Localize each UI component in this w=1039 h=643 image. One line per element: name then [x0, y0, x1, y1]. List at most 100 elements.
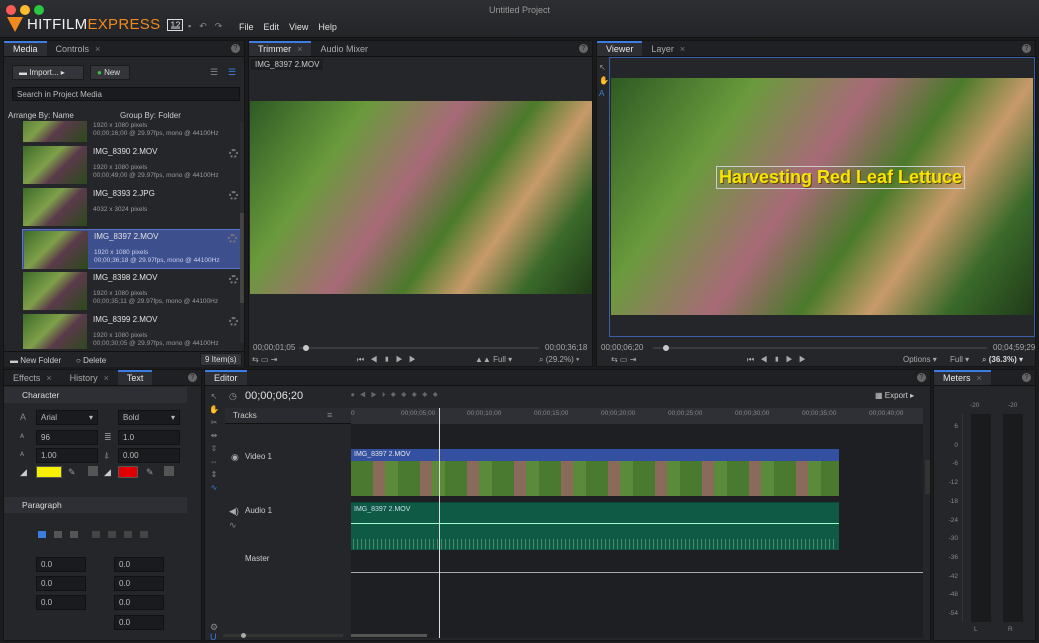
- undo-icon[interactable]: ↶: [199, 21, 207, 32]
- list-view-icon[interactable]: ☰: [210, 67, 218, 78]
- slide-tool-icon[interactable]: ⇳: [207, 442, 221, 455]
- no-color-icon[interactable]: [88, 466, 98, 476]
- justify-all-icon[interactable]: [140, 531, 148, 538]
- help-icon[interactable]: ?: [188, 373, 197, 382]
- align-center-icon[interactable]: [54, 531, 62, 538]
- space-before-field[interactable]: 0.0: [114, 576, 164, 591]
- list-item[interactable]: IMG_8399 2.MOV 1920 x 1080 pixels 00;00;3…: [22, 313, 244, 349]
- menu-file[interactable]: File: [239, 22, 254, 32]
- trimmer-playhead[interactable]: [303, 345, 309, 351]
- character-section-header[interactable]: Character: [4, 387, 187, 403]
- help-icon[interactable]: ?: [579, 44, 588, 53]
- help-icon[interactable]: ?: [1022, 373, 1031, 382]
- baseline-field[interactable]: 0.0: [114, 615, 164, 630]
- space-after-field[interactable]: 0.0: [36, 595, 86, 610]
- eyedropper-icon[interactable]: ✎: [146, 467, 154, 478]
- video-clip[interactable]: [351, 461, 839, 496]
- align-left-icon[interactable]: [38, 531, 46, 538]
- tab-media[interactable]: Media: [4, 41, 47, 56]
- close-icon[interactable]: ×: [297, 44, 302, 54]
- justify-right-icon[interactable]: [124, 531, 132, 538]
- tab-audio-mixer[interactable]: Audio Mixer: [311, 41, 377, 56]
- viewer-preview[interactable]: [611, 78, 1033, 315]
- razor-tool-icon[interactable]: ✂: [207, 416, 221, 429]
- tab-viewer[interactable]: Viewer: [597, 41, 643, 56]
- trimmer-scrubber[interactable]: [299, 347, 539, 349]
- list-item[interactable]: IMG_8390 2.MOV 1920 x 1080 pixels 00;00;4…: [22, 145, 244, 185]
- leading-field[interactable]: 1.0: [118, 430, 180, 445]
- audio-level-line[interactable]: [351, 523, 839, 524]
- editor-transport[interactable]: ⏺◀▶⏵◆◆◆◆◆: [351, 392, 443, 400]
- no-color-icon[interactable]: [164, 466, 174, 476]
- editor-timecode[interactable]: 00;00;06;20: [245, 390, 303, 402]
- import-button[interactable]: ▬ Import... ▸: [12, 65, 84, 80]
- viewer-options-select[interactable]: Options ▾: [903, 355, 937, 364]
- paragraph-section-header[interactable]: Paragraph: [4, 497, 187, 513]
- select-tool-icon[interactable]: ↖: [207, 390, 221, 403]
- media-scrollbar[interactable]: [240, 123, 244, 343]
- indent-first-field[interactable]: 0.0: [36, 576, 86, 591]
- gear-icon[interactable]: [229, 149, 238, 158]
- roll-tool-icon[interactable]: ⇕: [207, 468, 221, 481]
- tab-controls[interactable]: Controls ×: [47, 41, 110, 56]
- trimmer-quality-select[interactable]: ▲▲ Full ▾: [475, 355, 512, 364]
- gear-icon[interactable]: [228, 234, 237, 243]
- justify-center-icon[interactable]: [108, 531, 116, 538]
- ripple-tool-icon[interactable]: ⇔: [207, 455, 221, 468]
- space-between-field[interactable]: 0.0: [114, 595, 164, 610]
- waveform-icon[interactable]: ∿: [229, 520, 237, 531]
- eyedropper-icon[interactable]: ✎: [68, 467, 76, 478]
- indent-left-field[interactable]: 0.0: [36, 557, 86, 572]
- viewer-insert-icons[interactable]: ⇆ ▭ ⇥: [611, 355, 636, 364]
- viewer-quality-select[interactable]: Full ▾: [950, 355, 969, 364]
- tab-effects[interactable]: Effects ×: [4, 370, 61, 385]
- close-icon[interactable]: ×: [95, 44, 100, 54]
- help-icon[interactable]: ?: [917, 373, 926, 382]
- viewer-playhead[interactable]: [663, 345, 669, 351]
- rate-stretch-tool-icon[interactable]: ∿: [207, 481, 221, 494]
- gear-icon[interactable]: [229, 275, 238, 284]
- fill-color-swatch[interactable]: [36, 466, 62, 478]
- new-folder-button[interactable]: ▬ New Folder: [10, 356, 61, 365]
- indent-right-field[interactable]: 0.0: [114, 557, 164, 572]
- viewer-transport[interactable]: ⏮◀▮▶▶: [747, 355, 812, 365]
- new-button[interactable]: ● New: [90, 65, 130, 80]
- gear-icon[interactable]: [229, 317, 238, 326]
- zoom-slider[interactable]: [223, 633, 343, 638]
- tab-layer[interactable]: Layer ×: [642, 41, 694, 56]
- audio-clip[interactable]: IMG_8397 2.MOV: [351, 502, 839, 550]
- magnet-icon[interactable]: U: [210, 632, 217, 642]
- tab-editor[interactable]: Editor: [205, 370, 247, 385]
- font-size-field[interactable]: 96: [36, 430, 98, 445]
- tracking-field[interactable]: 0.00: [118, 448, 180, 463]
- tracks-menu-icon[interactable]: ≡: [327, 410, 332, 420]
- timeline-ruler[interactable]: 0 00;00;05;00 00;00;10;00 00;00;15;00 00…: [351, 408, 923, 424]
- master-level-line[interactable]: [351, 572, 923, 573]
- slip-tool-icon[interactable]: ⇹: [207, 429, 221, 442]
- font-select[interactable]: Arial ▾: [36, 410, 98, 425]
- help-icon[interactable]: ?: [231, 44, 240, 53]
- trimmer-zoom-select[interactable]: ⌕ (29.2%) ▾: [539, 355, 579, 365]
- media-search-input[interactable]: Search in Project Media: [12, 87, 240, 101]
- redo-icon[interactable]: ↷: [215, 21, 223, 32]
- timeline-vscroll[interactable]: [925, 460, 930, 494]
- gear-icon[interactable]: [229, 191, 238, 200]
- export-button[interactable]: ▦ Export ▸: [875, 391, 914, 400]
- menu-help[interactable]: Help: [318, 22, 337, 32]
- speaker-icon[interactable]: ◀): [229, 506, 239, 517]
- viewer-canvas[interactable]: Harvesting Red Leaf Lettuce: [609, 57, 1035, 337]
- scale-field[interactable]: 1.00: [36, 448, 98, 463]
- viewer-tools[interactable]: ↖ ✋ A: [599, 61, 609, 100]
- timeline-hscroll[interactable]: [351, 634, 427, 637]
- stroke-color-swatch[interactable]: [118, 466, 138, 478]
- arrange-by-select[interactable]: Arrange By: Name: [8, 111, 74, 120]
- close-icon[interactable]: ×: [977, 373, 982, 383]
- trimmer-preview[interactable]: [250, 101, 592, 294]
- close-icon[interactable]: ×: [680, 44, 685, 54]
- list-item-selected[interactable]: IMG_8397 2.MOV 1920 x 1080 pixels 00;00;3…: [22, 229, 244, 269]
- justify-left-icon[interactable]: [92, 531, 100, 538]
- list-item[interactable]: IMG_8398 2.MOV 1920 x 1080 pixels 00;00;3…: [22, 271, 244, 311]
- grid-view-icon[interactable]: ☰: [228, 67, 236, 78]
- close-icon[interactable]: ×: [46, 373, 51, 383]
- list-item[interactable]: 1920 x 1080 pixels 00;00;16;00 @ 29.97fps…: [22, 121, 244, 143]
